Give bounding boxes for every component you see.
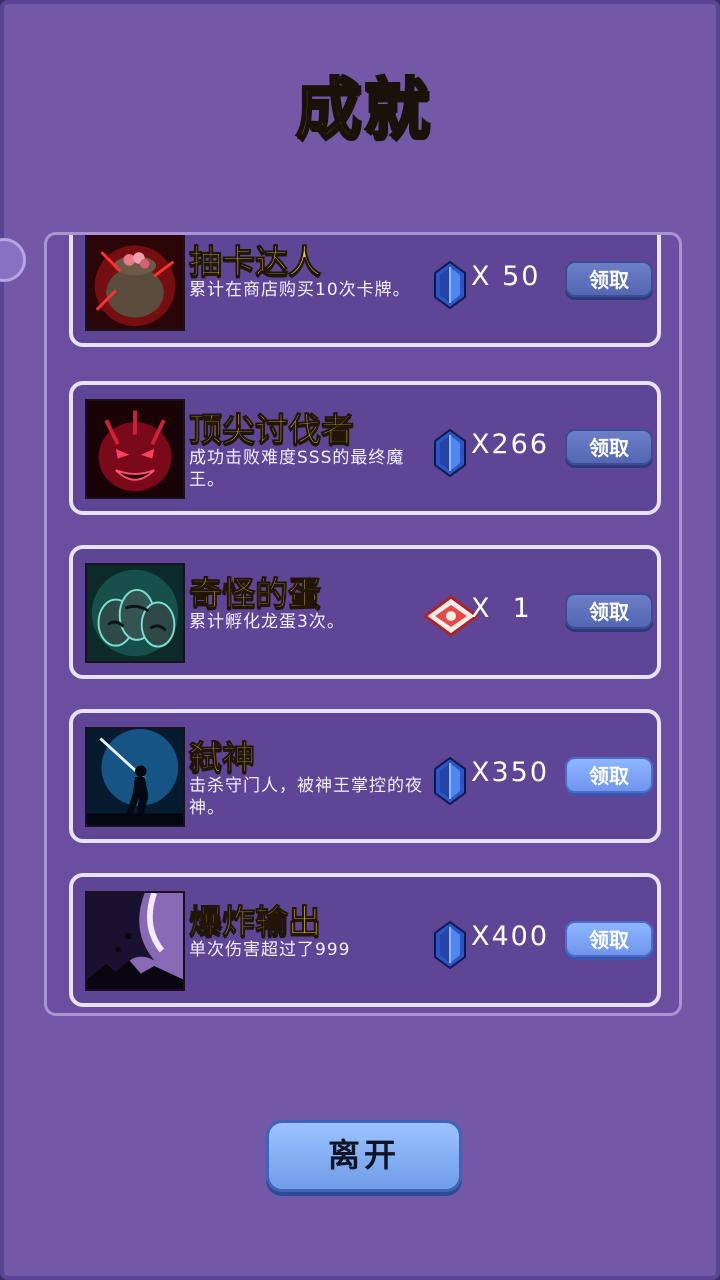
reward-amount: X266 [471,429,550,460]
achievement-name: 抽卡达人 [189,242,322,282]
achievement-card: 顶尖讨伐者 成功击败难度SSS的最终魔王。 X266 领取 [69,381,661,515]
card-warrior-icon [85,727,185,827]
achievement-card: 弑神 击杀守门人，被神王掌控的夜神。 X350 领取 [69,709,661,843]
page-title: 成就 [295,70,432,150]
claim-button[interactable]: 领取 [565,757,653,793]
achievement-screen: 成就 抽卡达人 累计在商店购买10次卡牌。 X 50 领取 顶尖讨伐者 成功击败… [0,0,720,1280]
claim-button[interactable]: 领取 [565,261,653,297]
blue-gem-icon [433,429,467,477]
reward-amount: X 1 [471,593,532,624]
achievement-desc: 成功击败难度SSS的最终魔王。 [189,448,405,490]
blue-gem-icon [433,921,467,969]
blue-gem-icon [433,261,467,309]
claim-button[interactable]: 领取 [565,921,653,957]
achievement-name: 爆炸输出 [189,902,322,942]
leave-button[interactable]: 离开 [266,1120,462,1192]
achievement-list[interactable]: 抽卡达人 累计在商店购买10次卡牌。 X 50 领取 顶尖讨伐者 成功击败难度S… [44,232,682,1016]
card-bag-icon [85,235,185,331]
reward-amount: X350 [471,757,550,788]
achievement-desc: 击杀守门人，被神王掌控的夜神。 [189,776,423,818]
achievement-card: 爆炸输出 单次伤害超过了999 X400 领取 [69,873,661,1007]
reward-amount: X400 [471,921,550,952]
reward-amount: X 50 [471,261,541,292]
achievement-name: 顶尖讨伐者 [189,410,355,450]
card-eggs-icon [85,563,185,663]
side-tab-handle[interactable] [0,238,26,282]
card-explosion-icon [85,891,185,991]
claim-button[interactable]: 领取 [565,429,653,465]
achievement-desc: 单次伤害超过了999 [189,940,351,960]
achievement-desc: 累计孵化龙蛋3次。 [189,612,345,632]
achievement-name: 奇怪的蛋 [189,574,322,614]
claim-button[interactable]: 领取 [565,593,653,629]
achievement-desc: 累计在商店购买10次卡牌。 [189,280,411,300]
achievement-card: 奇怪的蛋 累计孵化龙蛋3次。 X 1 领取 [69,545,661,679]
achievement-card: 抽卡达人 累计在商店购买10次卡牌。 X 50 领取 [69,235,661,347]
blue-gem-icon [433,757,467,805]
card-demon-icon [85,399,185,499]
achievement-name: 弑神 [189,738,256,778]
